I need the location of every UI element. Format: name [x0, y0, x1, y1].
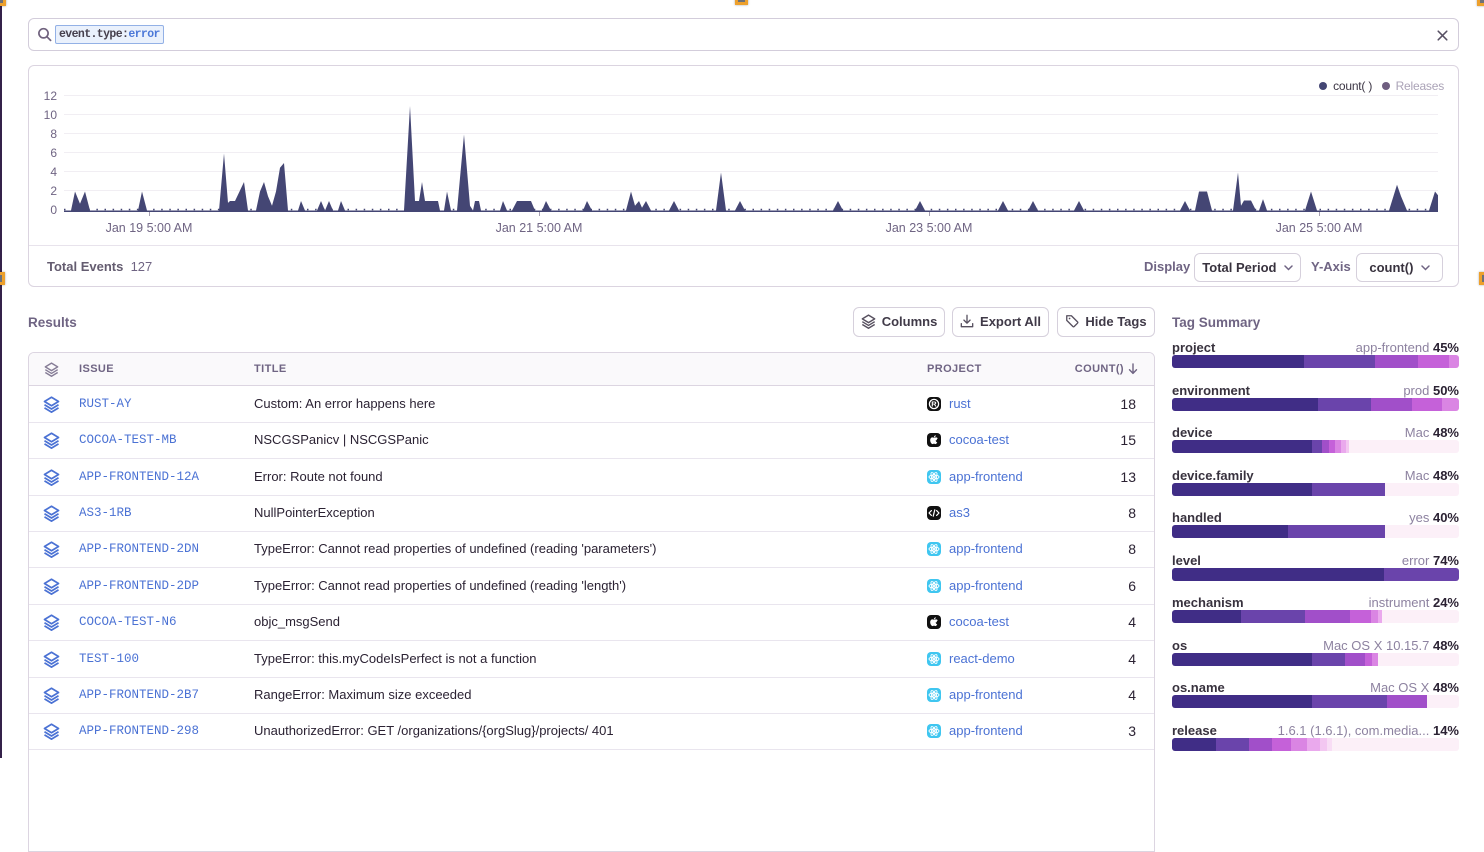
svg-text:R: R [931, 400, 937, 409]
